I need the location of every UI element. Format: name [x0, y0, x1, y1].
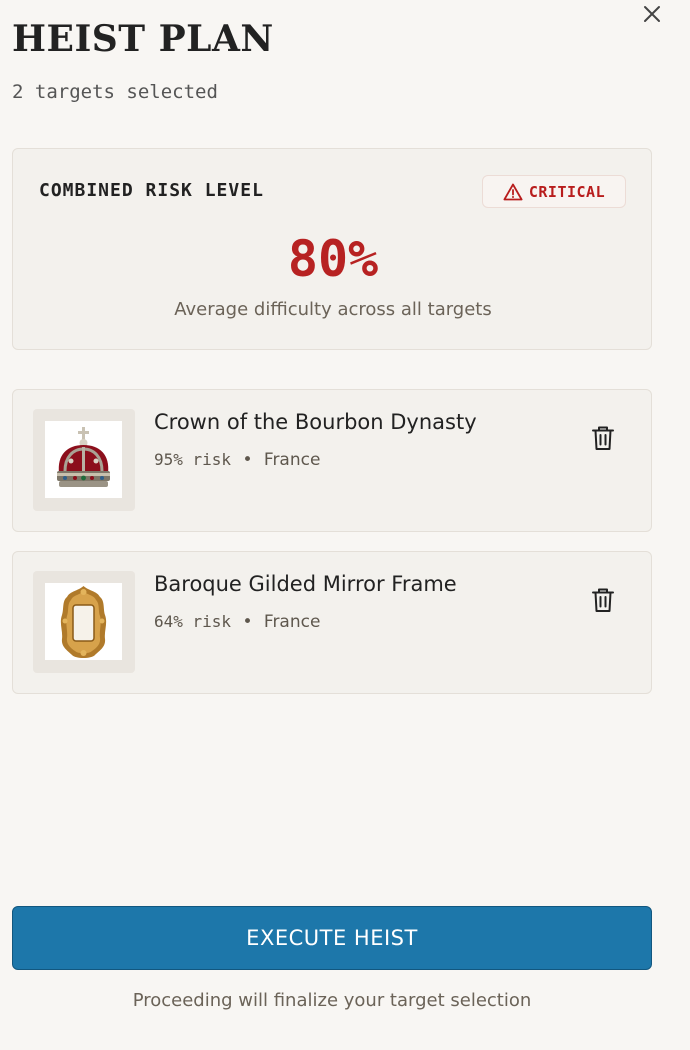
remove-target-button[interactable]	[591, 425, 615, 451]
target-thumbnail	[33, 409, 135, 511]
close-button[interactable]	[640, 2, 664, 26]
risk-summary-card: COMBINED RISK LEVEL CRITICAL 80% Average…	[12, 148, 652, 350]
target-card: Baroque Gilded Mirror Frame 64% risk • F…	[12, 551, 652, 694]
target-risk: 64% risk	[154, 612, 232, 631]
target-name: Baroque Gilded Mirror Frame	[154, 572, 457, 596]
meta-separator: •	[242, 612, 253, 632]
execute-heist-label: EXECUTE HEIST	[246, 926, 418, 950]
target-thumbnail	[33, 571, 135, 673]
meta-separator: •	[242, 450, 253, 470]
trash-icon	[592, 588, 614, 612]
risk-description: Average difficulty across all targets	[174, 299, 492, 320]
target-card: Crown of the Bourbon Dynasty 95% risk • …	[12, 389, 652, 532]
risk-percentage: 80%	[287, 230, 379, 288]
target-name: Crown of the Bourbon Dynasty	[154, 410, 477, 434]
mirror-frame-image	[45, 583, 122, 660]
trash-icon	[592, 426, 614, 450]
page-title: HEIST PLAN	[12, 18, 274, 60]
status-badge-label: CRITICAL	[528, 182, 606, 201]
target-meta: 95% risk • France	[154, 450, 320, 470]
target-country: France	[263, 450, 321, 470]
footer-note: Proceeding will finalize your target sel…	[132, 990, 532, 1011]
targets-count: 2 targets selected	[12, 81, 218, 103]
target-risk: 95% risk	[154, 450, 232, 469]
close-icon	[644, 6, 660, 22]
crown-image	[45, 421, 122, 498]
target-country: France	[263, 612, 321, 632]
status-badge: CRITICAL	[482, 175, 626, 208]
heist-plan-panel: HEIST PLAN 2 targets selected COMBINED R…	[0, 0, 690, 1050]
execute-heist-button[interactable]: EXECUTE HEIST	[12, 906, 652, 970]
target-meta: 64% risk • France	[154, 612, 320, 632]
risk-label: COMBINED RISK LEVEL	[39, 180, 264, 201]
remove-target-button[interactable]	[591, 587, 615, 613]
warning-icon	[503, 183, 523, 200]
